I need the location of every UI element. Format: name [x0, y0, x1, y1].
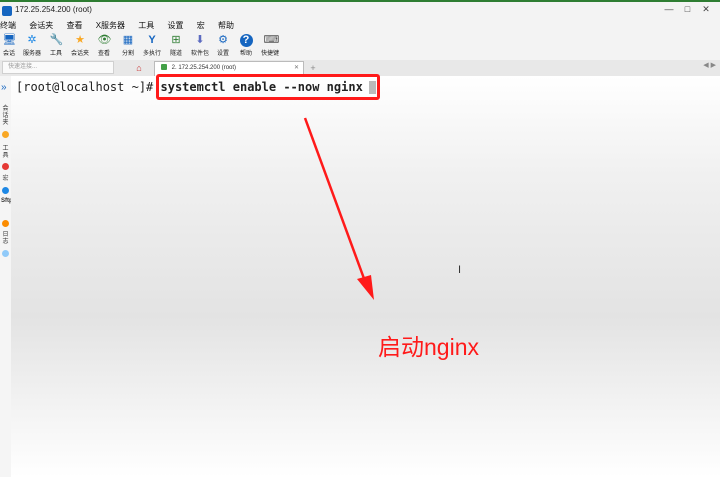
- annotation-arrow: [303, 117, 374, 300]
- annotation-label: 启动nginx: [378, 334, 479, 360]
- text-cursor-icon: I: [458, 264, 462, 276]
